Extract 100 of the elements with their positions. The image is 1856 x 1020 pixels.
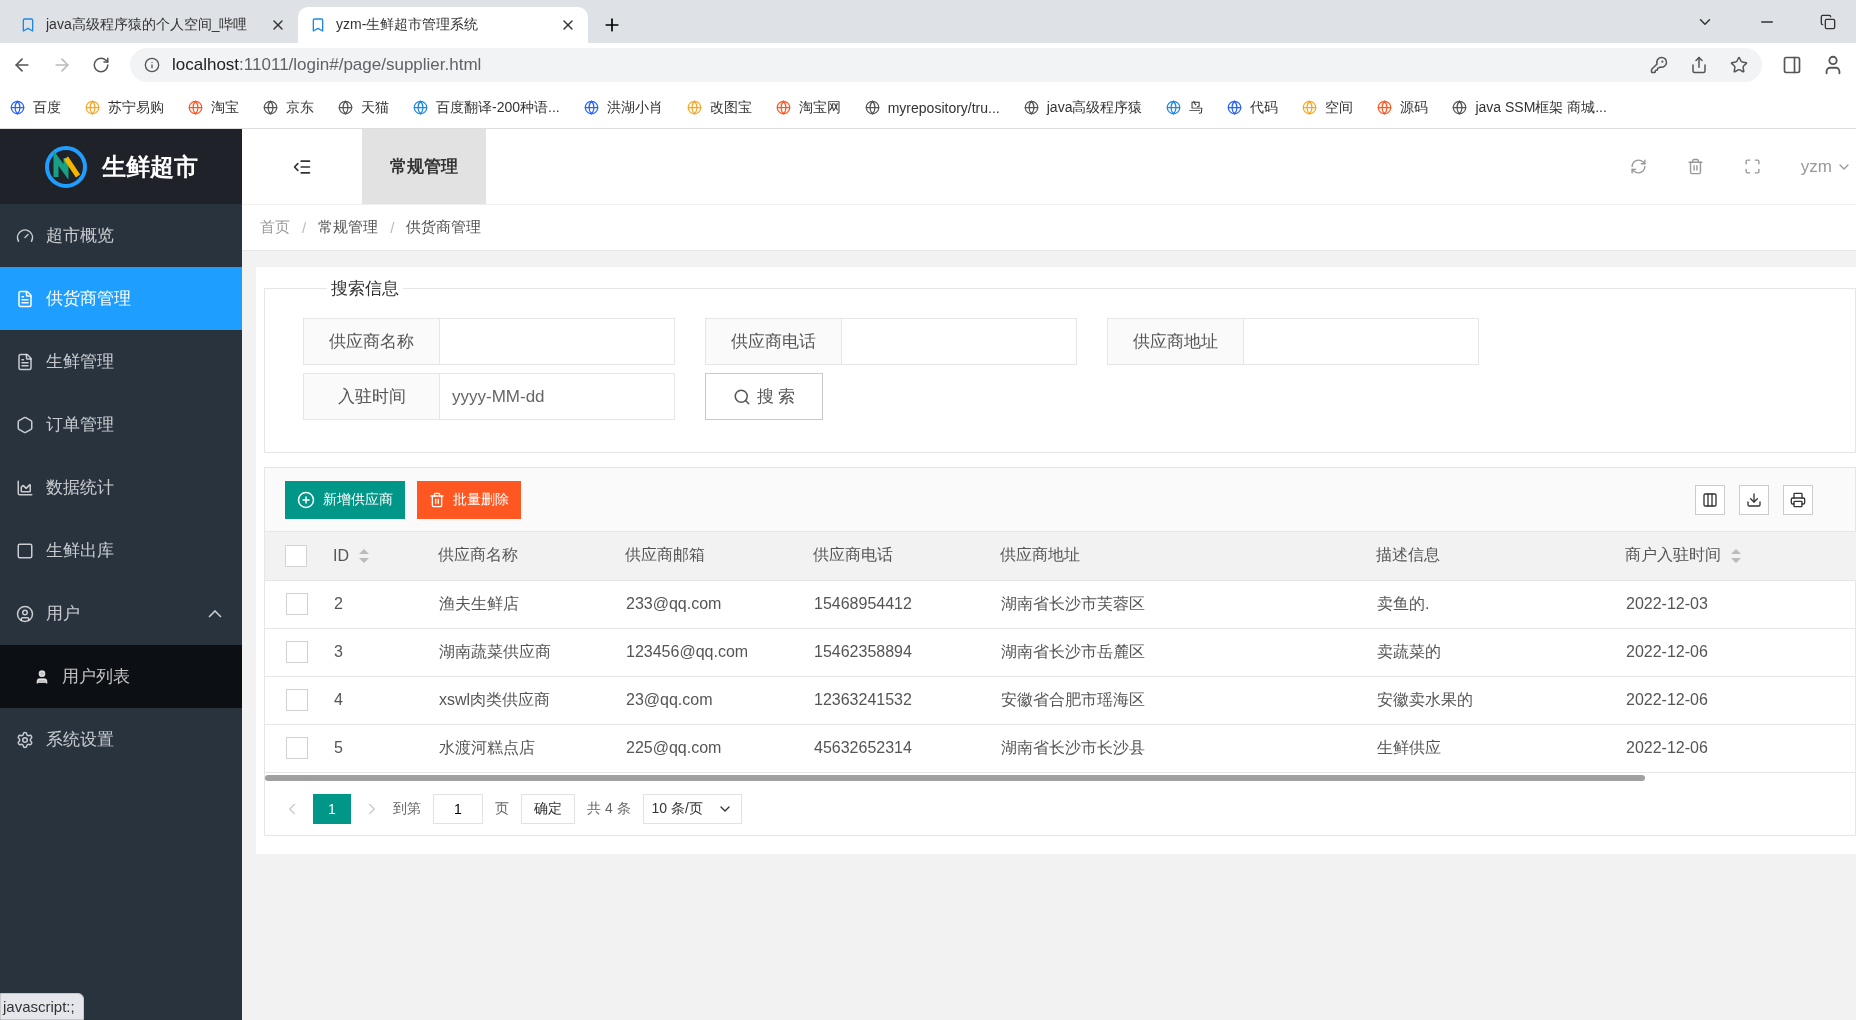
bookmark[interactable]: 苏宁易购 [85, 98, 164, 117]
info-icon[interactable] [144, 57, 160, 73]
page-unit: 页 [495, 799, 509, 818]
column-header[interactable]: 描述信息 [1376, 545, 1440, 567]
table-cell: 5 [334, 739, 343, 756]
reload-icon[interactable] [92, 56, 110, 74]
trash-icon[interactable] [1686, 158, 1704, 175]
table-cell: 123456@qq.com [626, 643, 749, 660]
page-size-select[interactable]: 10 条/页 [642, 793, 742, 824]
bookmark[interactable]: 天猫 [338, 98, 389, 117]
column-header[interactable]: 供应商电话 [813, 545, 893, 567]
checkbox[interactable] [286, 641, 308, 663]
nav-item[interactable]: 数据统计 [0, 456, 242, 519]
bookmark[interactable]: 京东 [263, 98, 314, 117]
column-header[interactable]: 供应商邮箱 [625, 545, 705, 567]
refresh-icon[interactable] [1629, 158, 1647, 175]
table-cell: 3 [334, 643, 343, 660]
site-icon [338, 100, 353, 115]
checkbox[interactable] [286, 737, 308, 759]
nav-item[interactable]: 系统设置 [0, 708, 242, 771]
share-icon[interactable] [1690, 56, 1708, 74]
site-icon [413, 100, 428, 115]
printer-icon [1790, 491, 1806, 508]
site-icon [1166, 100, 1182, 115]
bookmark[interactable]: 鸟 [1166, 98, 1204, 117]
bookmark[interactable]: java高级程序猿 [1023, 98, 1143, 117]
table-cell: 233@qq.com [626, 595, 722, 612]
breadcrumb-link[interactable]: 常规管理 [318, 218, 379, 237]
site-icon [188, 100, 203, 115]
table-cell: 2022-12-06 [1626, 643, 1708, 660]
nav-item[interactable]: 用户 [0, 582, 242, 645]
bookmark[interactable]: 空间 [1302, 98, 1354, 117]
trash-icon [429, 491, 445, 508]
site-icon [1452, 100, 1468, 115]
side-panel-icon[interactable] [1782, 55, 1802, 75]
bookmark[interactable]: 改图宝 [686, 98, 752, 117]
field-label: 供应商电话 [706, 319, 842, 364]
bookmark[interactable]: 淘宝 [188, 98, 239, 117]
document-icon [16, 289, 34, 308]
page-input[interactable]: 1 [433, 793, 483, 824]
hexagon-icon [16, 415, 34, 434]
nav-item[interactable]: 生鲜管理 [0, 330, 242, 393]
browser-tab[interactable]: yzm-生鲜超市管理系统 [298, 7, 588, 43]
gears-icon [16, 730, 34, 749]
header-tab[interactable]: 常规管理 [362, 129, 486, 204]
search-field[interactable]: 供应商名称 [303, 318, 675, 365]
table-cell: 23@qq.com [626, 691, 713, 708]
field-label: 供应商名称 [304, 319, 440, 364]
logo-bar: 生鲜超市 [0, 129, 242, 204]
search-field[interactable]: 供应商电话 [705, 318, 1077, 365]
user-icon [34, 668, 50, 685]
bookmark[interactable]: 源码 [1377, 98, 1429, 117]
page-button[interactable]: 1 [313, 793, 351, 824]
bookmark[interactable]: 百度 [10, 98, 61, 117]
bookmark[interactable]: 淘宝网 [775, 98, 841, 117]
breadcrumb-current[interactable]: 供货商管理 [406, 218, 482, 237]
gauge-icon [16, 226, 34, 245]
search-button[interactable]: 搜 索 [705, 373, 823, 420]
add-button[interactable]: 新增供应商 [285, 480, 405, 519]
table-cell: 安徽卖水果的 [1377, 690, 1473, 708]
checkbox[interactable] [285, 544, 307, 567]
bookmark[interactable]: myrepository/tru... [864, 99, 1000, 116]
site-icon [1302, 100, 1318, 115]
checkbox[interactable] [286, 689, 308, 711]
search-icon [732, 387, 751, 406]
address-field[interactable]: localhost:11011/login#/page/supplier.html [130, 48, 1762, 82]
search-field[interactable]: 供应商地址 [1107, 318, 1479, 365]
column-header[interactable]: ID [333, 546, 369, 565]
download-icon [1746, 491, 1762, 508]
scrollbar-thumb[interactable] [265, 774, 1645, 781]
key-icon[interactable] [1650, 56, 1668, 74]
bookmark[interactable]: 洪湖小肖 [583, 98, 663, 117]
print-button[interactable] [1783, 484, 1813, 515]
bookmark[interactable]: java SSM框架 商城... [1452, 98, 1607, 117]
columns-button[interactable] [1695, 484, 1725, 515]
restore-icon[interactable] [1820, 13, 1836, 30]
field-label: 入驻时间 [304, 374, 440, 419]
bookmark-star-icon[interactable] [1730, 56, 1748, 74]
nav-subitem[interactable]: 用户列表 [0, 645, 242, 708]
checkbox[interactable] [286, 593, 308, 615]
column-header[interactable]: 供应商名称 [438, 545, 518, 567]
export-button[interactable] [1739, 484, 1769, 515]
column-header[interactable]: 供应商地址 [1000, 545, 1080, 567]
table-cell: 2022-12-03 [1626, 595, 1708, 612]
browser-tab[interactable]: java高级程序猿的个人空间_哔哩 [8, 7, 298, 43]
site-icon [1377, 100, 1393, 115]
confirm-button[interactable]: 确定 [521, 793, 575, 824]
nav-item[interactable]: 超市概览 [0, 204, 242, 267]
document-icon [16, 352, 34, 371]
bookmark[interactable]: 代码 [1227, 98, 1279, 117]
table-cell: 2 [334, 595, 343, 612]
bookmark[interactable]: 百度翻译-200种语... [413, 98, 560, 117]
nav-item[interactable]: 订单管理 [0, 393, 242, 456]
user-circle-icon [16, 604, 34, 623]
plus-circle-icon [297, 490, 315, 509]
field-label: 供应商地址 [1108, 319, 1244, 364]
search-field[interactable]: 入驻时间 yyyy-MM-dd [303, 373, 675, 420]
table-cell: 湖南蔬菜供应商 [439, 642, 551, 660]
nav-item[interactable]: 生鲜出库 [0, 519, 242, 582]
table-cell: 15462358894 [814, 643, 912, 660]
